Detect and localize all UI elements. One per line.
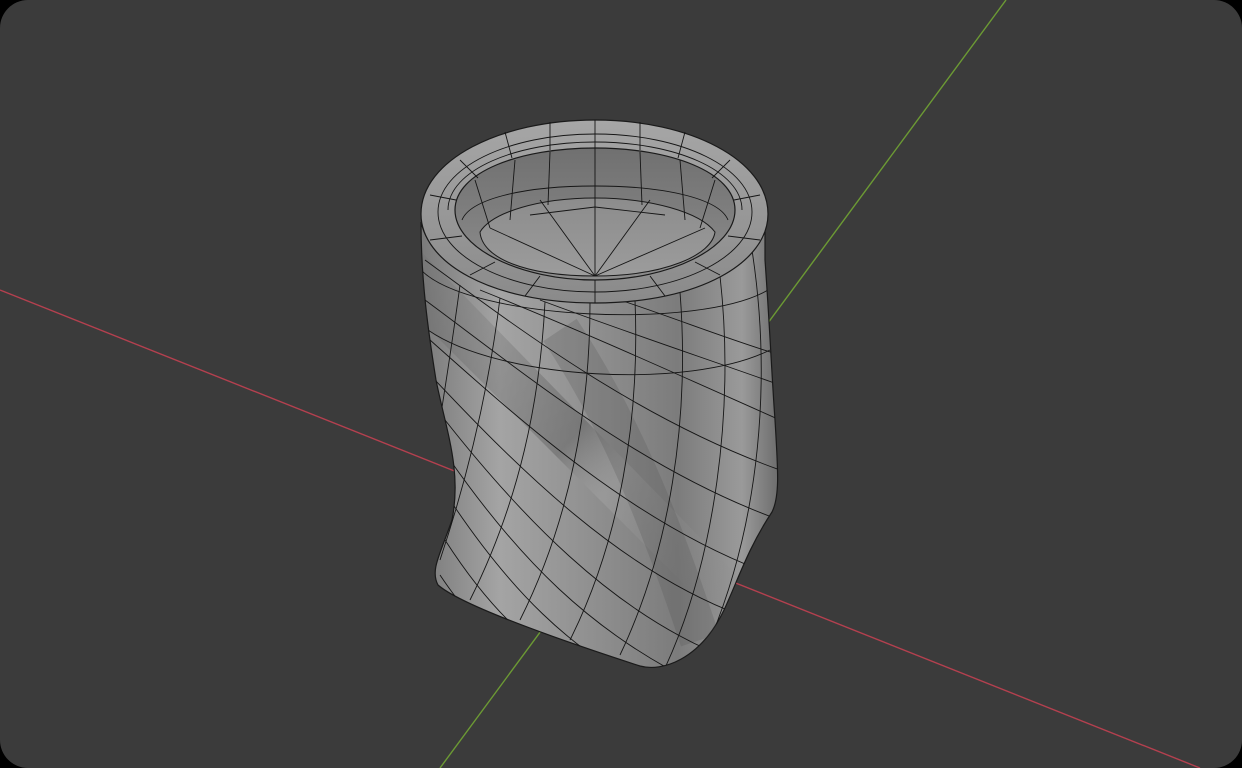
- viewport-canvas[interactable]: [0, 0, 1242, 768]
- twisted-cup-icon[interactable]: [380, 119, 800, 700]
- 3d-viewport[interactable]: [0, 0, 1242, 768]
